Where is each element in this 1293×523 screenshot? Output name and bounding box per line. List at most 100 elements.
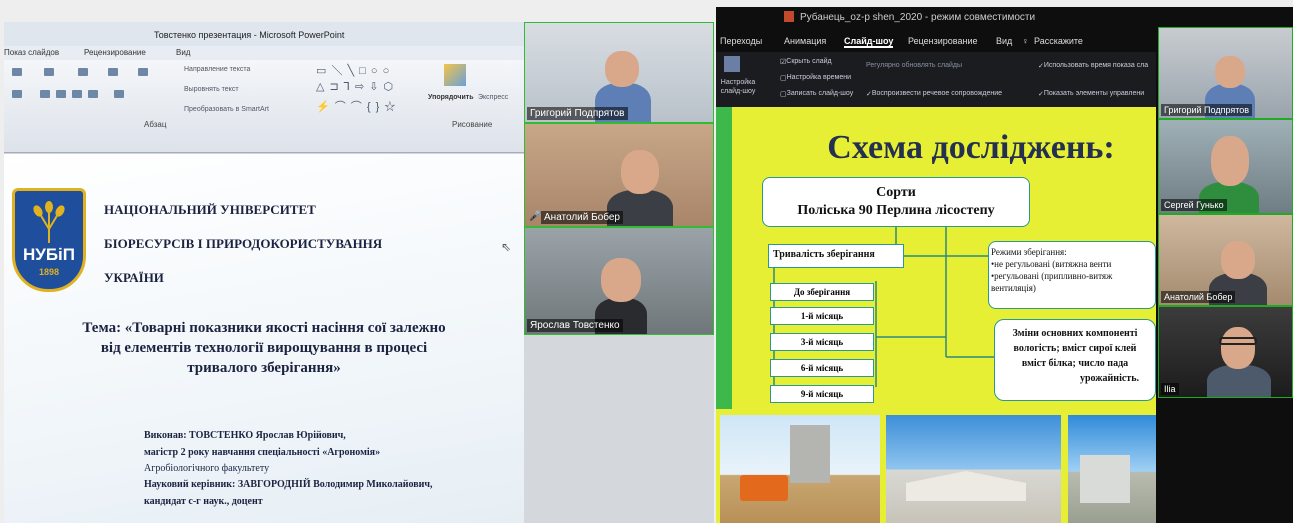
changes-box: Зміни основних компоненті вологість; вмі… — [994, 319, 1156, 401]
arrange-icon[interactable] — [444, 64, 466, 86]
hangar-shape — [906, 471, 1026, 501]
align-center-icon[interactable] — [56, 90, 66, 98]
month-box: 6-й місяць — [770, 359, 874, 377]
participant-head — [601, 258, 641, 302]
university-name-line1: НАЦІОНАЛЬНИЙ УНІВЕРСИТЕТ — [104, 202, 316, 217]
ribbon-panel: Направление текста Выровнять текст Преоб… — [4, 60, 524, 153]
participant-head — [1215, 56, 1245, 88]
align-text-button[interactable]: Выровнять текст — [184, 86, 239, 93]
university-name-line2: БІОРЕСУРСІВ І ПРИРОДОКОРИСТУВАННЯ — [104, 236, 383, 251]
author-line3: Агробіологічного факультету — [144, 463, 270, 474]
setup-show-icon[interactable] — [724, 56, 740, 72]
columns-icon[interactable] — [114, 90, 124, 98]
glasses-icon — [1219, 337, 1257, 345]
video-tile-anatoliy[interactable]: Анатолий Бобер — [1158, 214, 1293, 306]
author-line1: Виконав: ТОВСТЕНКО Ярослав Юрійович, — [144, 430, 346, 441]
participant-name: Ilia — [1161, 383, 1179, 395]
hide-slide-label: Скрыть слайд — [786, 58, 832, 65]
left-screen-photo: Товстенко презентация - Microsoft PowerP… — [4, 22, 714, 523]
changes-line: вміст білка; число пада — [1021, 358, 1129, 369]
text-case-icon[interactable] — [12, 90, 22, 98]
shapes-gallery-icon[interactable]: ▭ ＼ ╲ □ ○ ○ — [316, 62, 390, 78]
lightbulb-icon: ♀ — [1022, 36, 1029, 46]
justify-icon[interactable] — [88, 90, 98, 98]
video-tile-anatoliy[interactable]: 🎤 Анатолий Бобер — [524, 123, 714, 227]
author-line5: кандидат с-г наук., доцент — [144, 496, 263, 507]
tab-transitions[interactable]: Переходы — [720, 36, 762, 46]
arrange-button[interactable]: Упорядочить — [428, 94, 474, 101]
university-name-line3: УКРАЇНИ — [104, 270, 164, 285]
group-paragraph-label: Абзац — [144, 120, 167, 129]
rehearse-button[interactable]: ▢ Настройка времени — [780, 74, 851, 82]
express-styles-button[interactable]: Экспресс — [478, 94, 508, 101]
participant-head — [621, 150, 659, 194]
month-box: 3-й місяць — [770, 333, 874, 351]
photo-storage-hangar — [886, 415, 1061, 523]
tell-me-search[interactable]: Расскажите — [1034, 36, 1083, 46]
video-tile-sergey[interactable]: Сергей Гунько — [1158, 119, 1293, 214]
tab-view[interactable]: Вид — [996, 36, 1012, 46]
align-right-icon[interactable] — [72, 90, 82, 98]
convert-smartart-button[interactable]: Преобразовать в SmartArt — [184, 106, 269, 113]
author-line2: магістр 2 року навчання спеціальності «А… — [144, 447, 381, 458]
loader-shape — [740, 475, 788, 501]
logo-text: НУБіП — [22, 245, 75, 264]
video-tile-ilia[interactable]: Ilia — [1158, 306, 1293, 398]
ribbon-tabs: Переходы Анимация Слайд-шоу Рецензирован… — [716, 32, 1156, 52]
participant-name: Григорий Подпрятов — [527, 107, 628, 120]
text-direction-button[interactable]: Направление текста — [184, 66, 250, 73]
tab-slideshow[interactable]: Слайд-шоу — [844, 36, 894, 48]
indent-icon[interactable] — [78, 68, 88, 76]
use-timings-checkbox[interactable]: ✓ Использовать время показа сла — [1038, 62, 1148, 70]
slide-canvas[interactable]: Схема досліджень: Сорти Поліська 90 Перл… — [716, 107, 1156, 523]
participant-head — [1221, 241, 1255, 279]
play-narration-checkbox[interactable]: ✓ Воспроизвести речевое сопровождение — [866, 90, 1002, 98]
tab-animation[interactable]: Анимация — [784, 36, 826, 46]
window-title: Товстенко презентация - Microsoft PowerP… — [154, 30, 345, 40]
month-box: 1-й місяць — [770, 307, 874, 325]
shapes-gallery-row2-icon[interactable]: △ ⊐ ⅂ ⇨ ⇩ ⬡ — [316, 80, 394, 93]
shapes-gallery-row3-icon[interactable]: ⚡ ⌒ ⌒ { } ☆ — [316, 98, 396, 114]
line-spacing-icon[interactable] — [138, 68, 148, 76]
video-tile-grigoriy[interactable]: Григорий Подпрятов — [1158, 27, 1293, 119]
participant-body — [1207, 365, 1271, 397]
use-timings-label: Использовать время показа сла — [1043, 62, 1149, 69]
outdent-icon[interactable] — [108, 68, 118, 76]
month-box: 9-й місяць — [770, 385, 874, 403]
participant-head — [1221, 327, 1255, 369]
before-storage-box: До зберігання — [770, 283, 874, 301]
numbering-icon[interactable] — [44, 68, 54, 76]
powerpoint-file-icon — [784, 11, 794, 22]
video-tile-yaroslav[interactable]: Ярослав Товстенко — [524, 227, 714, 335]
update-auto-option[interactable]: Регулярно обновлять слайды — [866, 62, 962, 69]
rehearse-label: Настройка времени — [786, 74, 852, 81]
wheat-icon — [33, 201, 65, 243]
slide-canvas[interactable]: НУБіП 1898 НАЦІОНАЛЬНИЙ УНІВЕРСИТЕТ БІОР… — [4, 154, 524, 523]
hide-slide-checkbox[interactable]: ☑ Скрыть слайд — [780, 58, 832, 66]
tab-review[interactable]: Рецензирование — [908, 36, 978, 46]
powerpoint-title-bar: Рубанець_oz-p shen_2020 - режим совмести… — [716, 7, 1156, 29]
participant-name: Анатолий Бобер — [541, 211, 623, 224]
record-label: Записать слайд-шоу — [786, 90, 854, 97]
tab-review[interactable]: Рецензирование — [84, 48, 146, 57]
topic-line1: Тема: «Товарні показники якості насіння … — [82, 320, 446, 336]
record-button[interactable]: ▢ Записать слайд-шоу — [780, 90, 853, 98]
align-left-icon[interactable] — [40, 90, 50, 98]
participant-head — [605, 51, 639, 87]
bullets-icon[interactable] — [12, 68, 22, 76]
tab-view[interactable]: Вид — [176, 48, 190, 57]
photo-drying-complex — [1068, 415, 1156, 523]
window-title: Рубанець_oz-p shen_2020 - режим совмести… — [800, 12, 1036, 23]
setup-show-button[interactable]: Настройка слайд-шоу — [718, 78, 758, 96]
ribbon-tabs: Показ слайдов Рецензирование Вид — [4, 46, 524, 60]
participant-name: Анатолий Бобер — [1161, 291, 1236, 303]
play-narration-label: Воспроизвести речевое сопровождение — [871, 90, 1003, 97]
topic-line2: від елементів технології вирощування в п… — [100, 340, 428, 356]
mouse-cursor-icon: ⇖ — [501, 240, 512, 254]
logo-year: 1898 — [38, 267, 60, 277]
video-tile-grigoriy[interactable]: Григорий Подпрятов — [524, 22, 714, 123]
tab-slideshow[interactable]: Показ слайдов — [4, 48, 59, 57]
participant-name: Ярослав Товстенко — [527, 319, 623, 332]
silo-shape — [790, 425, 830, 483]
show-controls-checkbox[interactable]: ✓ Показать элементы управлени — [1038, 90, 1144, 98]
